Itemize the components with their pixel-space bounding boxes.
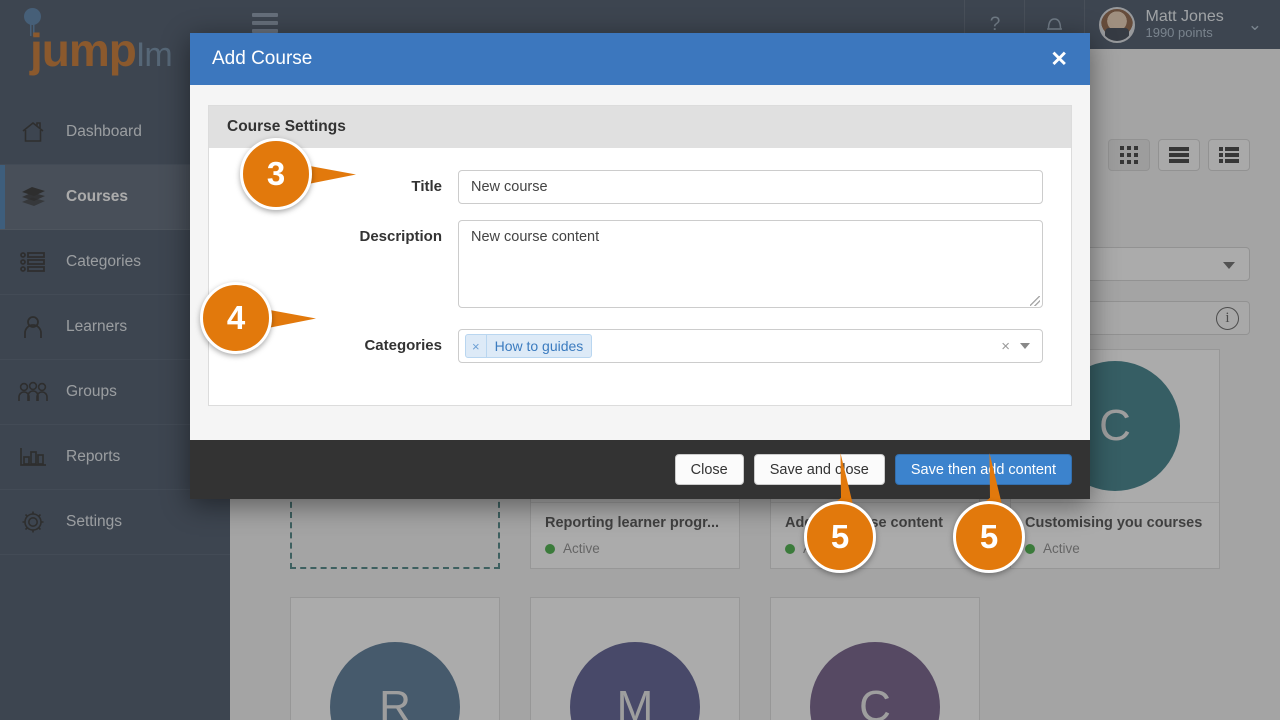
course-card-footer: Reporting learner progr... Active — [531, 502, 739, 568]
description-textarea[interactable]: New course content — [458, 220, 1043, 308]
sidebar-item-label: Groups — [66, 383, 117, 400]
logo-primary-text: jump — [30, 24, 137, 76]
course-card[interactable]: C — [770, 597, 980, 720]
description-label: Description — [359, 228, 442, 245]
save-then-add-content-button[interactable]: Save then add content — [894, 454, 1072, 485]
chevron-down-icon[interactable]: ⌄ — [1248, 15, 1262, 35]
status-badge: Active — [545, 541, 725, 556]
course-thumbnail: C — [771, 598, 979, 720]
course-settings-panel: Course Settings Title Description New co… — [208, 105, 1072, 406]
course-initial-badge: M — [570, 642, 700, 720]
resize-handle[interactable] — [1030, 296, 1040, 306]
view-mode-toolbar — [1108, 139, 1250, 171]
logo-dot-icon — [24, 8, 41, 25]
form-row-description: Description New course content — [223, 220, 1057, 313]
chevron-down-icon[interactable] — [1020, 343, 1030, 349]
status-badge: Active — [1025, 541, 1205, 556]
modal-title: Add Course — [212, 48, 313, 69]
save-and-close-button[interactable]: Save and close — [753, 454, 885, 485]
course-thumbnail: M — [531, 598, 739, 720]
list-icon — [18, 247, 48, 277]
panel-body: Title Description New course content — [209, 148, 1071, 405]
screen-root: jumpIm Dashboard Courses Categories Lear… — [0, 0, 1280, 720]
status-dot-icon — [785, 543, 795, 554]
card-row: R M C — [290, 597, 1260, 720]
callout-step-5-save-and-close: 5 — [804, 453, 876, 573]
users-icon — [18, 377, 48, 407]
course-thumbnail: R — [291, 598, 499, 720]
callout-number: 5 — [804, 501, 876, 573]
sidebar-item-label: Learners — [66, 318, 128, 335]
logo-secondary-text: Im — [135, 36, 173, 74]
books-icon — [18, 182, 48, 212]
panel-title: Course Settings — [209, 106, 1071, 148]
bar-chart-icon — [18, 442, 48, 472]
sidebar-item-label: Categories — [66, 253, 141, 270]
callout-step-4: 4 — [200, 282, 316, 354]
status-dot-icon — [1025, 543, 1035, 554]
clear-all-icon[interactable]: × — [1001, 338, 1010, 355]
category-tag-label: How to guides — [494, 338, 584, 354]
modal-body: Course Settings Title Description New co… — [190, 85, 1090, 440]
course-card[interactable]: M — [530, 597, 740, 720]
callout-number: 3 — [240, 138, 312, 210]
callout-step-3: 3 — [240, 138, 356, 210]
card-view-button[interactable] — [1158, 139, 1200, 171]
user-icon — [18, 312, 48, 342]
form-row-categories: Categories × How to guides × — [223, 329, 1057, 363]
sidebar-item-label: Settings — [66, 513, 123, 530]
close-icon[interactable]: ✕ — [1050, 49, 1068, 70]
sidebar-item-settings[interactable]: Settings — [0, 490, 230, 555]
status-dot-icon — [545, 543, 555, 554]
user-name: Matt Jones — [1145, 7, 1224, 25]
modal-header: Add Course ✕ — [190, 33, 1090, 85]
close-button[interactable]: Close — [674, 454, 744, 485]
list-view-button[interactable] — [1208, 139, 1250, 171]
callout-number: 4 — [200, 282, 272, 354]
title-input[interactable] — [458, 170, 1043, 204]
info-icon[interactable]: i — [1216, 307, 1239, 330]
sidebar-item-label: Courses — [66, 188, 129, 205]
multiselect-actions: × — [1001, 338, 1036, 355]
user-menu[interactable]: Matt Jones 1990 points ⌄ — [1084, 0, 1280, 49]
course-initial-badge: R — [330, 642, 460, 720]
user-points: 1990 points — [1145, 25, 1213, 41]
home-icon — [18, 117, 48, 147]
category-tag[interactable]: × How to guides — [465, 334, 593, 358]
grid-view-button[interactable] — [1108, 139, 1150, 171]
course-initial-badge: C — [810, 642, 940, 720]
callout-number: 5 — [953, 501, 1025, 573]
callout-step-5-save-then-add: 5 — [953, 453, 1025, 573]
course-card[interactable]: R — [290, 597, 500, 720]
status-label: Active — [1043, 541, 1080, 556]
tag-remove-icon[interactable]: × — [466, 335, 487, 357]
modal-footer: Close Save and close Save then add conte… — [190, 440, 1090, 499]
gear-icon — [18, 507, 48, 537]
status-label: Active — [563, 541, 600, 556]
add-course-modal: Add Course ✕ Course Settings Title Descr… — [190, 33, 1090, 499]
sidebar-item-label: Dashboard — [66, 123, 142, 140]
course-title: Customising you courses — [1025, 515, 1203, 531]
course-card-footer: Customising you courses Active — [1011, 502, 1219, 568]
course-title: Reporting learner progr... — [545, 515, 720, 531]
avatar — [1099, 6, 1136, 43]
sidebar-item-label: Reports — [66, 448, 121, 465]
categories-multiselect[interactable]: × How to guides × — [458, 329, 1043, 363]
